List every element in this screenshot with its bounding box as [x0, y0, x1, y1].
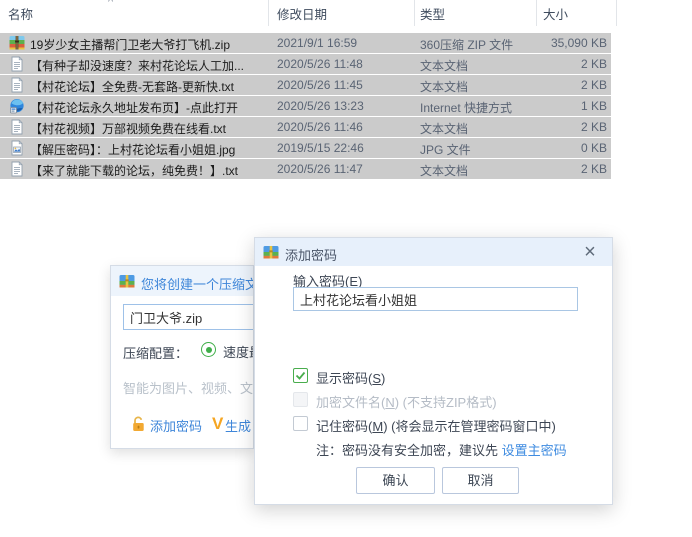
file-name: 19岁少女主播帮门卫老大爷打飞机.zip: [30, 36, 266, 53]
file-type: 文本文档: [420, 78, 534, 95]
checkbox-disabled-icon: [293, 392, 308, 407]
mnemonic-key: M: [372, 419, 383, 434]
note-text: 注：密码没有安全加密，建议先: [316, 443, 502, 458]
column-header-type[interactable]: 类型: [420, 4, 445, 23]
file-name: 【有种子却没速度？来村花论坛人工加...: [30, 57, 266, 74]
column-header-date[interactable]: 修改日期: [277, 4, 327, 23]
label-text: ) (将会显示在管理密码窗口中): [383, 419, 556, 434]
file-date: 2020/5/26 11:47: [277, 162, 363, 176]
zip-archive-icon: [9, 35, 25, 51]
jpg-image-icon: [9, 140, 25, 156]
file-name: 【解压密码】：上村花论坛看小姐姐.jpg: [30, 141, 266, 158]
security-note: 注：密码没有安全加密，建议先 设置主密码: [316, 440, 567, 459]
checkbox-unchecked-icon[interactable]: [293, 416, 308, 431]
file-date: 2020/5/26 11:46: [277, 120, 363, 134]
file-size: 0 KB: [581, 141, 607, 155]
file-type: 360压缩 ZIP 文件: [420, 36, 534, 53]
file-name: 【来了就能下载的论坛，纯免费！】.txt: [30, 162, 266, 179]
label-text: ): [381, 371, 385, 386]
file-size: 2 KB: [581, 57, 607, 71]
compression-config-row: 压缩配置： 速度最: [123, 342, 254, 360]
column-header-name[interactable]: 名称: [8, 4, 33, 23]
checkbox-checked-icon[interactable]: [293, 368, 308, 383]
column-divider[interactable]: [616, 0, 617, 26]
speed-radio-selected[interactable]: [201, 342, 216, 357]
table-row[interactable]: 【来了就能下载的论坛，纯免费！】.txt 2020/5/26 11:47 文本文…: [0, 159, 611, 179]
dialog-title: 添加密码: [285, 245, 337, 264]
internet-shortcut-icon: [9, 98, 25, 114]
file-name: 【村花论坛】全免费-无套路-更新快.txt: [30, 78, 266, 95]
table-row[interactable]: 【村花视频】万部视频免费在线看.txt 2020/5/26 11:46 文本文档…: [0, 117, 611, 137]
dialog-title: 您将创建一个压缩文件: [141, 274, 254, 293]
encrypt-filename-label: 加密文件名(N) (不支持ZIP格式): [316, 392, 497, 411]
vip-v-icon: V: [212, 414, 223, 434]
table-row[interactable]: 【村花论坛永久地址发布页】-点此打开 2020/5/26 13:23 Inter…: [0, 96, 611, 116]
compression-config-label: 压缩配置：: [123, 343, 188, 362]
zip-app-icon: [119, 273, 135, 289]
label-text: 记住密码(: [316, 419, 372, 434]
label-text: 加密文件名(: [316, 395, 385, 410]
file-size: 35,090 KB: [551, 36, 607, 50]
column-divider[interactable]: [536, 0, 537, 26]
file-type: 文本文档: [420, 162, 534, 179]
label-text: 显示密码(: [316, 371, 372, 386]
text-file-icon: [9, 56, 25, 72]
table-row[interactable]: 【有种子却没速度？来村花论坛人工加... 2020/5/26 11:48 文本文…: [0, 54, 611, 74]
column-divider[interactable]: [414, 0, 415, 26]
file-date: 2020/5/26 11:48: [277, 57, 363, 71]
file-size: 2 KB: [581, 78, 607, 92]
add-password-link[interactable]: 添加密码: [150, 416, 202, 435]
archive-filename-input[interactable]: [123, 304, 254, 330]
text-file-icon: [9, 77, 25, 93]
file-size: 1 KB: [581, 99, 607, 113]
label-text: ) (不支持ZIP格式): [395, 395, 497, 410]
file-date: 2020/5/26 11:45: [277, 78, 363, 92]
set-master-password-link[interactable]: 设置主密码: [502, 443, 567, 458]
unlock-icon: [131, 416, 146, 432]
mnemonic-key: N: [385, 395, 394, 410]
file-type: 文本文档: [420, 57, 534, 74]
table-row[interactable]: 【解压密码】：上村花论坛看小姐姐.jpg 2019/5/15 22:46 JPG…: [0, 138, 611, 158]
file-size: 2 KB: [581, 162, 607, 176]
table-row[interactable]: 【村花论坛】全免费-无套路-更新快.txt 2020/5/26 11:45 文本…: [0, 75, 611, 95]
remember-password-label[interactable]: 记住密码(M) (将会显示在管理密码窗口中): [316, 416, 556, 435]
confirm-button[interactable]: 确认: [356, 467, 435, 494]
text-file-icon: [9, 161, 25, 177]
file-date: 2020/5/26 13:23: [277, 99, 364, 113]
smart-compress-hint: 智能为图片、视频、文档: [123, 378, 254, 397]
generate-link[interactable]: 生成: [225, 416, 251, 435]
desktop-screen: ^ 名称 修改日期 类型 大小 19岁少女主播帮门卫老大爷打飞机.zip 202…: [0, 0, 692, 537]
file-type: Internet 快捷方式: [420, 99, 534, 116]
speed-radio-label[interactable]: 速度最: [223, 342, 254, 361]
zip-app-icon: [263, 244, 279, 260]
file-date: 2019/5/15 22:46: [277, 141, 364, 155]
dialog-links-row: 添加密码 V 生成: [111, 414, 254, 436]
file-name: 【村花视频】万部视频免费在线看.txt: [30, 120, 266, 137]
file-name: 【村花论坛永久地址发布页】-点此打开: [30, 99, 266, 116]
column-header-size[interactable]: 大小: [543, 4, 568, 23]
file-date: 2021/9/1 16:59: [277, 36, 357, 50]
sort-ascending-icon[interactable]: ^: [108, 0, 113, 8]
dialog-titlebar: 您将创建一个压缩文件: [111, 266, 254, 296]
file-type: 文本文档: [420, 120, 534, 137]
text-file-icon: [9, 119, 25, 135]
cancel-button[interactable]: 取消: [442, 467, 519, 494]
file-size: 2 KB: [581, 120, 607, 134]
file-type: JPG 文件: [420, 141, 534, 158]
dialog-titlebar: 添加密码 ×: [255, 238, 612, 266]
add-password-dialog: 添加密码 × 输入密码(E) 显示密码(S) 加密文件名(N) (不支持ZIP格…: [254, 237, 613, 505]
column-divider[interactable]: [268, 0, 269, 26]
create-archive-dialog: 您将创建一个压缩文件 压缩配置： 速度最 智能为图片、视频、文档 添加密码 V …: [110, 265, 254, 449]
table-row[interactable]: 19岁少女主播帮门卫老大爷打飞机.zip 2021/9/1 16:59 360压…: [0, 33, 611, 53]
close-icon[interactable]: ×: [578, 239, 602, 265]
show-password-label[interactable]: 显示密码(S): [316, 368, 385, 387]
mnemonic-key: S: [372, 371, 381, 386]
password-input[interactable]: [293, 287, 578, 311]
